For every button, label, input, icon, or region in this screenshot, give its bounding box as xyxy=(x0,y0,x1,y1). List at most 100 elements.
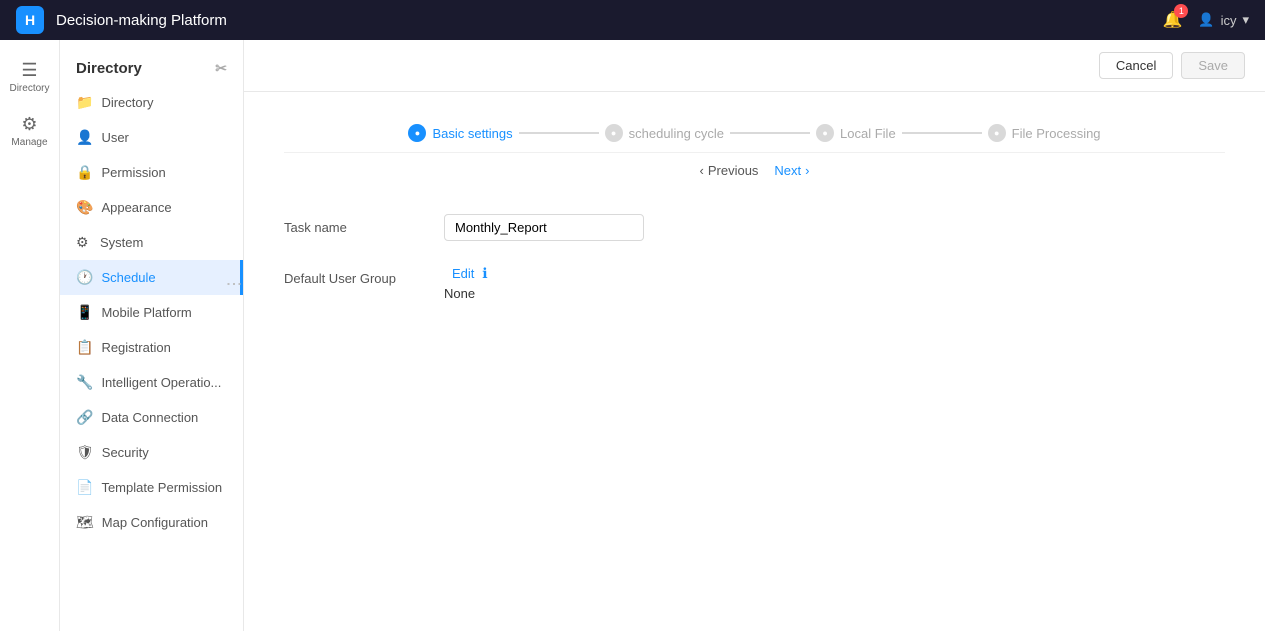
sidebar-item-security[interactable]: 🛡 Security xyxy=(60,435,243,470)
app-title: Decision-making Platform xyxy=(56,12,1150,29)
template-permission-icon: 📄 xyxy=(76,479,93,496)
next-label: Next xyxy=(774,163,801,178)
schedule-icon: 🕐 xyxy=(76,269,93,286)
topbar-right: 🔔 1 👤 icy ▾ xyxy=(1162,10,1249,30)
list-icon: ☰ xyxy=(21,60,37,81)
steps-bar: ● Basic settings ● scheduling cycle ● Lo… xyxy=(284,108,1225,153)
app-logo: H xyxy=(16,6,44,34)
resize-handle[interactable]: ⋮ xyxy=(224,276,243,290)
gear-icon: ⚙ xyxy=(21,114,37,135)
sidebar-item-registration[interactable]: 📋 Registration xyxy=(60,330,243,365)
sidebar-item-system[interactable]: ⚙ System xyxy=(60,225,243,260)
user-icon: 👤 xyxy=(76,129,93,146)
step-local-file: ● Local File xyxy=(816,124,896,142)
step-label-4: File Processing xyxy=(1012,126,1101,141)
step-circle-1: ● xyxy=(408,124,426,142)
appearance-icon: 🎨 xyxy=(76,199,93,216)
step-scheduling-cycle: ● scheduling cycle xyxy=(605,124,724,142)
lock-icon: 🔒 xyxy=(76,164,93,181)
task-name-label: Task name xyxy=(284,214,444,235)
sidebar-item-data-connection[interactable]: 🔗 Data Connection xyxy=(60,400,243,435)
map-icon: 🗺 xyxy=(76,514,94,531)
data-connection-icon: 🔗 xyxy=(76,409,93,426)
nav-directory[interactable]: ☰ Directory xyxy=(0,52,59,102)
task-name-field xyxy=(444,214,1225,241)
step-label-2: scheduling cycle xyxy=(629,126,724,141)
notification-badge: 1 xyxy=(1174,4,1188,18)
task-name-input[interactable] xyxy=(444,214,644,241)
sidebar-item-registration-label: Registration xyxy=(101,340,170,355)
user-menu[interactable]: 👤 icy ▾ xyxy=(1198,12,1249,28)
sidebar-item-mobile-label: Mobile Platform xyxy=(101,305,191,320)
user-icon: 👤 xyxy=(1198,12,1214,28)
step-line-1 xyxy=(519,132,599,134)
sidebar-item-map-config[interactable]: 🗺 Map Configuration xyxy=(60,505,243,540)
nav-manage[interactable]: ⚙ Manage xyxy=(0,106,59,156)
sidebar-item-permission-label: Permission xyxy=(101,165,165,180)
sidebar-item-schedule-label: Schedule xyxy=(101,270,155,285)
notification-button[interactable]: 🔔 1 xyxy=(1162,10,1182,30)
group-value: None xyxy=(444,282,1225,301)
dropdown-icon: ▾ xyxy=(1242,12,1249,28)
system-icon: ⚙ xyxy=(76,234,92,251)
sidebar-item-data-connection-label: Data Connection xyxy=(101,410,198,425)
next-button[interactable]: Next › xyxy=(774,163,809,178)
prev-label: Previous xyxy=(708,163,759,178)
nav-buttons: ‹ Previous Next › xyxy=(284,153,1225,184)
chevron-left-icon: ‹ xyxy=(700,163,704,178)
sidebar-item-user[interactable]: 👤 User xyxy=(60,120,243,155)
step-label-3: Local File xyxy=(840,126,896,141)
content-toolbar: Cancel Save xyxy=(244,40,1265,92)
sidebar-item-mobile[interactable]: 📱 Mobile Platform xyxy=(60,295,243,330)
sidebar-item-schedule[interactable]: 🕐 Schedule xyxy=(60,260,243,295)
default-user-group-row: Default User Group Edit ℹ None xyxy=(284,265,1225,301)
security-icon: 🛡 xyxy=(76,444,94,461)
sidebar-item-template-permission[interactable]: 📄 Template Permission xyxy=(60,470,243,505)
sidebar-item-intelligent-ops[interactable]: 🔧 Intelligent Operatio... xyxy=(60,365,243,400)
sidebar-item-system-label: System xyxy=(100,235,143,250)
sidebar-item-appearance-label: Appearance xyxy=(101,200,171,215)
nav-manage-label: Manage xyxy=(11,137,47,148)
cancel-button[interactable]: Cancel xyxy=(1099,52,1173,79)
sidebar-item-permission[interactable]: 🔒 Permission xyxy=(60,155,243,190)
sidebar-header: Directory ✂ xyxy=(60,48,243,85)
edit-button[interactable]: Edit xyxy=(452,266,474,281)
topbar: H Decision-making Platform 🔔 1 👤 icy ▾ xyxy=(0,0,1265,40)
main-layout: ☰ Directory ⚙ Manage Directory ✂ 📁 Direc… xyxy=(0,40,1265,631)
sidebar-item-template-permission-label: Template Permission xyxy=(101,480,222,495)
sidebar-item-appearance[interactable]: 🎨 Appearance xyxy=(60,190,243,225)
sidebar-item-directory-label: Directory xyxy=(101,95,153,110)
left-nav: ☰ Directory ⚙ Manage xyxy=(0,40,60,631)
sidebar-item-intelligent-ops-label: Intelligent Operatio... xyxy=(101,375,221,390)
step-file-processing: ● File Processing xyxy=(988,124,1101,142)
step-basic-settings: ● Basic settings xyxy=(408,124,512,142)
step-line-2 xyxy=(730,132,810,134)
step-circle-4: ● xyxy=(988,124,1006,142)
pin-icon[interactable]: ✂ xyxy=(215,60,227,77)
content-area: Cancel Save ● Basic settings ● schedulin… xyxy=(244,40,1265,631)
directory-icon: 📁 xyxy=(76,94,93,111)
sidebar-item-security-label: Security xyxy=(102,445,149,460)
prev-button[interactable]: ‹ Previous xyxy=(700,163,759,178)
sidebar-item-directory[interactable]: 📁 Directory xyxy=(60,85,243,120)
task-name-row: Task name xyxy=(284,214,1225,241)
default-user-group-label: Default User Group xyxy=(284,265,444,286)
nav-directory-label: Directory xyxy=(9,83,49,94)
save-button[interactable]: Save xyxy=(1181,52,1245,79)
username: icy xyxy=(1221,13,1237,28)
step-line-3 xyxy=(902,132,982,134)
step-circle-2: ● xyxy=(605,124,623,142)
default-user-group-field: Edit ℹ None xyxy=(444,265,1225,301)
form-area: Task name Default User Group Edit ℹ None xyxy=(244,184,1265,631)
mobile-icon: 📱 xyxy=(76,304,93,321)
chevron-right-icon: › xyxy=(805,163,809,178)
intelligent-ops-icon: 🔧 xyxy=(76,374,93,391)
step-circle-3: ● xyxy=(816,124,834,142)
sidebar-title: Directory xyxy=(76,60,142,77)
registration-icon: 📋 xyxy=(76,339,93,356)
step-label-1: Basic settings xyxy=(432,126,512,141)
sidebar-item-map-config-label: Map Configuration xyxy=(102,515,208,530)
sidebar-item-user-label: User xyxy=(101,130,128,145)
sidebar: Directory ✂ 📁 Directory 👤 User 🔒 Permiss… xyxy=(60,40,244,631)
info-icon[interactable]: ℹ xyxy=(482,265,487,281)
